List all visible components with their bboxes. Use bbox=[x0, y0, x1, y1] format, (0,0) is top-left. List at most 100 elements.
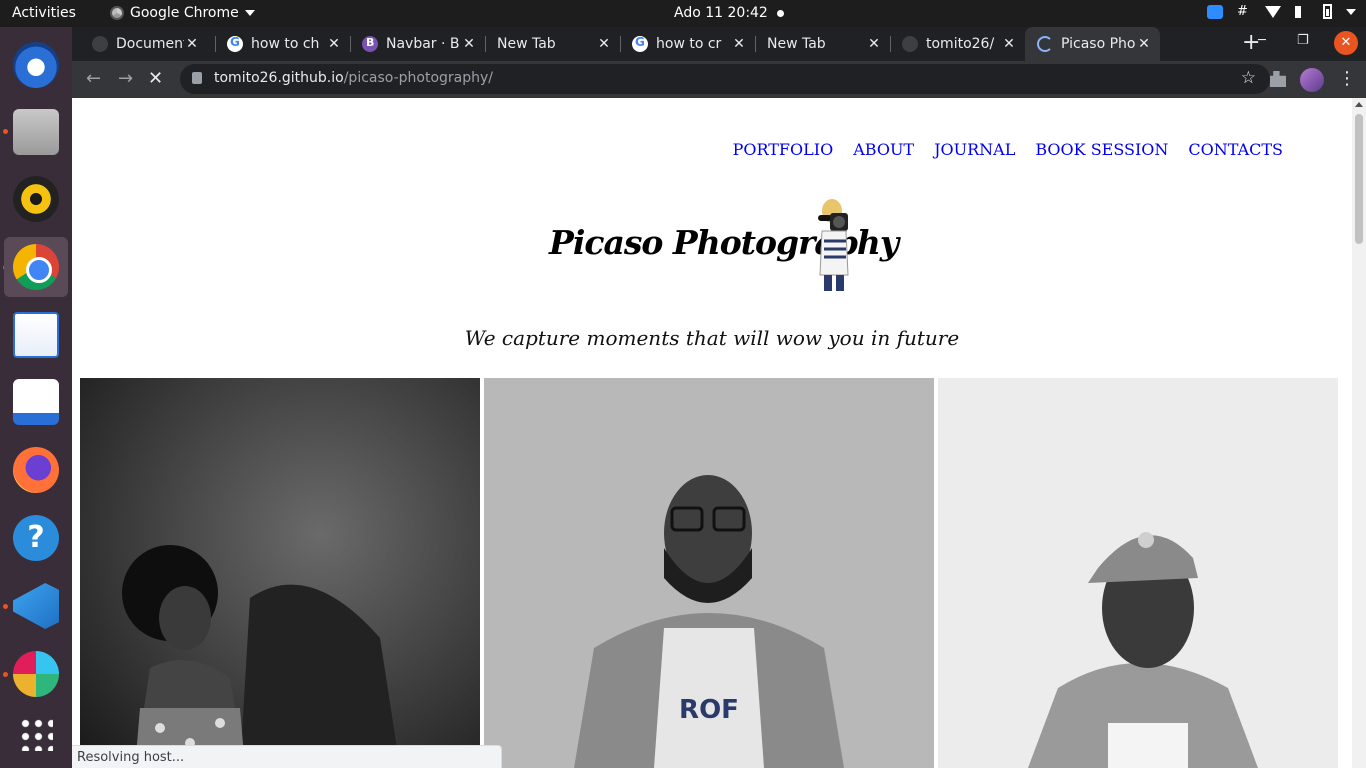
help-icon: ? bbox=[13, 515, 59, 561]
github-favicon-icon bbox=[902, 36, 918, 52]
chrome-icon bbox=[13, 244, 59, 290]
photo-gallery: ROF bbox=[72, 378, 1352, 768]
chrome-menu-icon[interactable]: ⋮ bbox=[1338, 68, 1356, 89]
dock-vscode[interactable] bbox=[4, 576, 68, 636]
tab-github[interactable]: tomito26/ ✕ bbox=[890, 27, 1025, 61]
close-tab-icon[interactable]: ✕ bbox=[596, 36, 612, 52]
minimize-button[interactable]: ─ bbox=[1258, 33, 1266, 48]
software-store-icon bbox=[13, 379, 59, 425]
nav-portfolio-link[interactable]: PORTFOLIO bbox=[733, 140, 834, 159]
bookmark-star-icon[interactable]: ☆ bbox=[1241, 68, 1256, 88]
tab-title: how to ch bbox=[251, 36, 320, 52]
dock-firefox[interactable] bbox=[4, 440, 68, 500]
close-window-button[interactable]: ✕ bbox=[1334, 31, 1358, 55]
dropdown-arrow-icon bbox=[244, 10, 255, 16]
extensions-puzzle-icon[interactable] bbox=[1270, 71, 1286, 87]
volume-icon[interactable] bbox=[1295, 5, 1309, 18]
close-tab-icon[interactable]: ✕ bbox=[1001, 36, 1017, 52]
firefox-icon bbox=[13, 447, 59, 493]
scroll-up-arrow-icon[interactable] bbox=[1355, 102, 1363, 107]
system-tray[interactable]: # bbox=[1207, 4, 1356, 19]
page-viewport: PORTFOLIO ABOUT JOURNAL BOOK SESSION CON… bbox=[72, 98, 1352, 768]
close-tab-icon[interactable]: ✕ bbox=[731, 36, 747, 52]
slack-tray-icon[interactable]: # bbox=[1237, 4, 1251, 19]
nav-book-session-link[interactable]: BOOK SESSION bbox=[1035, 140, 1168, 159]
url-text[interactable]: tomito26.github.io/picaso-photography/ bbox=[214, 70, 493, 86]
dock-thunderbird[interactable] bbox=[4, 35, 68, 95]
system-top-bar: Activities Google Chrome Ado 11 20:42 # bbox=[0, 0, 1366, 27]
forward-button[interactable]: → bbox=[118, 68, 133, 89]
tab-title: Document bbox=[116, 36, 184, 52]
dock-chrome[interactable] bbox=[4, 237, 68, 297]
close-tab-icon[interactable]: ✕ bbox=[326, 36, 342, 52]
dock-impress[interactable] bbox=[4, 305, 68, 365]
app-menu[interactable]: Google Chrome bbox=[110, 5, 255, 21]
portrait-woman-photo[interactable] bbox=[80, 378, 480, 768]
stop-loading-button[interactable]: ✕ bbox=[148, 68, 163, 89]
battery-icon[interactable] bbox=[1323, 4, 1332, 19]
page-scrollbar[interactable] bbox=[1352, 98, 1366, 768]
tab-how-to-ch[interactable]: how to ch ✕ bbox=[215, 27, 350, 61]
rhythmbox-icon bbox=[13, 176, 59, 222]
url-path: /picaso-photography/ bbox=[343, 70, 494, 86]
close-tab-icon[interactable]: ✕ bbox=[461, 36, 477, 52]
tab-picaso-photography[interactable]: Picaso Pho ✕ bbox=[1025, 27, 1160, 61]
tab-title: New Tab bbox=[497, 36, 556, 52]
vscode-icon bbox=[13, 583, 59, 629]
scrollbar-thumb[interactable] bbox=[1355, 114, 1363, 244]
tab-new-tab-2[interactable]: New Tab ✕ bbox=[755, 27, 890, 61]
back-button[interactable]: ← bbox=[86, 68, 101, 89]
dock-show-apps[interactable] bbox=[4, 704, 68, 764]
close-tab-icon[interactable]: ✕ bbox=[866, 36, 882, 52]
tab-title: how to cr bbox=[656, 36, 722, 52]
portrait-man-cap-photo[interactable] bbox=[938, 378, 1338, 768]
tab-title: tomito26/ bbox=[926, 36, 995, 52]
browser-toolbar: ← → ✕ tomito26.github.io/picaso-photogra… bbox=[72, 61, 1366, 98]
svg-text:ROF: ROF bbox=[679, 695, 739, 725]
dock: ? bbox=[0, 27, 72, 768]
profile-avatar[interactable] bbox=[1300, 68, 1324, 92]
app-menu-label: Google Chrome bbox=[130, 5, 239, 21]
dock-software[interactable] bbox=[4, 372, 68, 432]
tab-how-to-cr[interactable]: how to cr ✕ bbox=[620, 27, 755, 61]
nav-about-link[interactable]: ABOUT bbox=[853, 140, 914, 159]
thunderbird-icon bbox=[13, 42, 59, 88]
files-icon bbox=[13, 109, 59, 155]
tab-new-tab-1[interactable]: New Tab ✕ bbox=[485, 27, 620, 61]
close-tab-icon[interactable]: ✕ bbox=[184, 36, 200, 52]
notification-dot bbox=[777, 10, 784, 17]
photographer-logo-icon bbox=[818, 199, 849, 291]
activities-button[interactable]: Activities bbox=[12, 5, 76, 21]
tab-title: Picaso Pho bbox=[1061, 36, 1136, 52]
dock-files[interactable] bbox=[4, 102, 68, 162]
tab-title: Navbar · B bbox=[386, 36, 460, 52]
close-tab-icon[interactable]: ✕ bbox=[1136, 36, 1152, 52]
lock-icon[interactable] bbox=[192, 72, 202, 84]
dock-rhythmbox[interactable] bbox=[4, 169, 68, 229]
bootstrap-favicon-icon bbox=[362, 36, 378, 52]
google-favicon-icon bbox=[632, 35, 648, 52]
nav-contacts-link[interactable]: CONTACTS bbox=[1188, 140, 1283, 159]
portrait-man-glasses-photo[interactable]: ROF bbox=[484, 378, 934, 768]
tab-strip: Document ✕ how to ch ✕ Navbar · B ✕ New … bbox=[72, 27, 1366, 61]
chrome-app-icon bbox=[110, 6, 124, 20]
wifi-icon[interactable] bbox=[1265, 5, 1281, 18]
browser-status-bubble: Resolving host... bbox=[72, 745, 502, 768]
tab-navbar-bootstrap[interactable]: Navbar · B ✕ bbox=[350, 27, 485, 61]
address-bar[interactable]: tomito26.github.io/picaso-photography/ ☆ bbox=[180, 64, 1270, 94]
tab-document[interactable]: Document ✕ bbox=[80, 27, 208, 61]
tab-title: New Tab bbox=[767, 36, 826, 52]
restore-button[interactable]: ❐ bbox=[1297, 33, 1309, 48]
globe-favicon-icon bbox=[92, 36, 108, 52]
nav-journal-link[interactable]: JOURNAL bbox=[934, 140, 1015, 159]
libreoffice-impress-icon bbox=[13, 312, 59, 358]
dock-slack[interactable] bbox=[4, 644, 68, 704]
google-favicon-icon bbox=[227, 35, 243, 52]
system-menu-arrow-icon[interactable] bbox=[1346, 8, 1356, 15]
zoom-tray-icon[interactable] bbox=[1207, 4, 1223, 19]
clock[interactable]: Ado 11 20:42 bbox=[674, 5, 768, 21]
show-apps-icon bbox=[19, 717, 53, 751]
site-navigation: PORTFOLIO ABOUT JOURNAL BOOK SESSION CON… bbox=[733, 140, 1283, 159]
site-tagline: We capture moments that will wow you in … bbox=[464, 326, 960, 350]
dock-help[interactable]: ? bbox=[4, 508, 68, 568]
